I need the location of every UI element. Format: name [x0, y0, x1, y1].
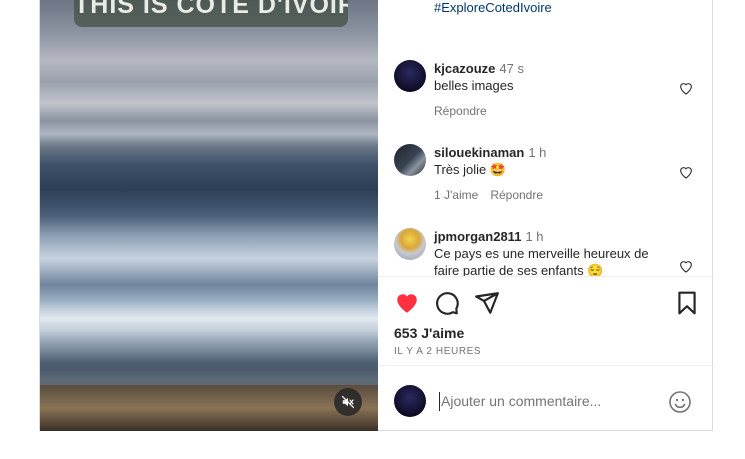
reply-link[interactable]: Répondre — [434, 104, 487, 118]
like-heart-icon[interactable] — [394, 290, 420, 316]
rocks-foreground — [40, 385, 378, 431]
post-media-video[interactable]: THIS IS COTE D'IVOIRE — [40, 0, 378, 431]
volume-muted-icon — [341, 395, 355, 409]
comment-time: 47 s — [499, 61, 524, 76]
comment-username[interactable]: kjcazouze — [434, 61, 495, 76]
likes-count[interactable]: 653 J'aime — [394, 325, 464, 341]
wave-foam — [40, 300, 378, 370]
video-overlay-text: THIS IS COTE D'IVOIRE — [74, 0, 348, 27]
save-bookmark-icon[interactable] — [674, 290, 700, 316]
comment-text: Ce pays es une merveille heureux de fair… — [434, 246, 649, 276]
divider — [378, 365, 714, 366]
like-comment-heart-icon[interactable] — [678, 80, 694, 96]
divider — [378, 276, 714, 277]
comment-likes-count[interactable]: 1 J'aime — [434, 188, 478, 202]
comment-bubble-icon[interactable] — [434, 290, 460, 316]
current-user-avatar — [394, 385, 426, 417]
like-comment-heart-icon[interactable] — [678, 164, 694, 180]
avatar[interactable] — [394, 228, 426, 260]
comment-time: 1 h — [525, 229, 544, 244]
caption-hashtag[interactable]: #ExploreCotedIvoire — [434, 0, 552, 15]
emoji-smiley-icon[interactable] — [668, 390, 692, 414]
like-comment-heart-icon[interactable] — [678, 258, 694, 274]
avatar[interactable] — [394, 60, 426, 92]
add-comment-input[interactable] — [440, 390, 661, 412]
post-container: THIS IS COTE D'IVOIRE #ExploreCotedIvoir… — [39, 0, 714, 431]
reply-link[interactable]: Répondre — [490, 188, 543, 202]
comment-time: 1 h — [528, 145, 547, 160]
post-timestamp: IL Y A 2 HEURES — [394, 346, 482, 357]
mute-toggle-button[interactable] — [334, 388, 362, 416]
comment-text: belles images — [434, 78, 514, 93]
comment-text: Très jolie 🤩 — [434, 162, 507, 177]
avatar[interactable] — [394, 144, 426, 176]
share-send-icon[interactable] — [474, 290, 500, 316]
post-side-panel: #ExploreCotedIvoire kjcazouze 47 s belles… — [378, 0, 714, 431]
comment-username[interactable]: silouekinaman — [434, 145, 524, 160]
post-actions-bar — [378, 290, 714, 318]
comment-username[interactable]: jpmorgan2811 — [434, 229, 521, 244]
comments-list[interactable]: kjcazouze 47 s belles images Répondre sil… — [378, 50, 714, 276]
